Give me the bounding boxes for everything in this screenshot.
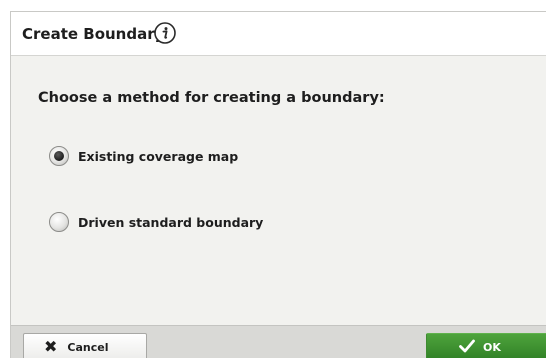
radio-selected-dot [54, 151, 64, 161]
radio-button-unselected[interactable] [49, 212, 69, 232]
ok-button[interactable]: OK [426, 333, 546, 358]
ok-button-label: OK [483, 341, 501, 354]
dialog-content: Choose a method for creating a boundary:… [11, 56, 546, 326]
method-prompt: Choose a method for creating a boundary: [38, 90, 385, 106]
radio-driven-standard-boundary[interactable]: Driven standard boundary [49, 210, 263, 234]
check-icon [459, 338, 475, 357]
dialog-title: Create Boundary [22, 25, 165, 43]
cancel-button-label: Cancel [67, 340, 109, 354]
cancel-button[interactable]: ✖ Cancel [23, 333, 147, 358]
radio-label-driven-standard-boundary[interactable]: Driven standard boundary [78, 215, 263, 230]
dialog-title-bar: Create Boundary [11, 12, 546, 56]
dialog-button-bar: ✖ Cancel OK [11, 325, 546, 358]
radio-label-existing-coverage-map[interactable]: Existing coverage map [78, 149, 238, 164]
close-icon: ✖ [44, 337, 58, 356]
create-boundary-dialog: Create Boundary Choose a method for crea… [10, 11, 546, 358]
radio-button-selected[interactable] [49, 146, 69, 166]
radio-existing-coverage-map[interactable]: Existing coverage map [49, 144, 238, 168]
info-icon[interactable] [154, 22, 176, 44]
